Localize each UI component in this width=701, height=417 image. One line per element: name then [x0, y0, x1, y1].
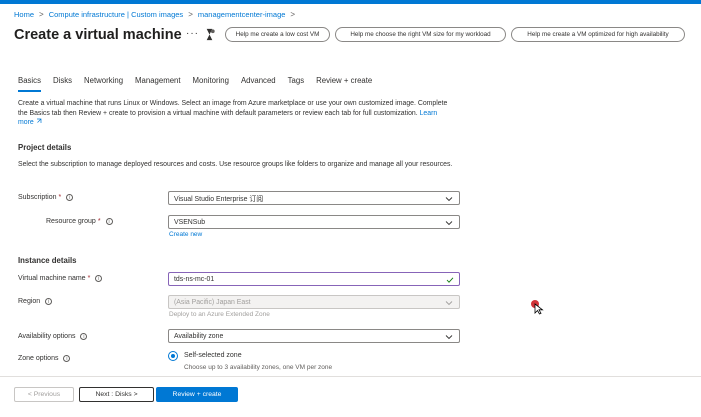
availability-options-select[interactable]: Availability zone [168, 329, 460, 343]
self-selected-zone-radio[interactable] [168, 351, 178, 361]
required-indicator: * [87, 275, 91, 282]
zone-options-label-text: Zone options [18, 355, 59, 362]
tab-management[interactable]: Management [135, 76, 181, 92]
tab-review-create[interactable]: Review + create [316, 76, 372, 92]
tab-basics[interactable]: Basics [18, 76, 41, 92]
resource-group-label-text: Resource group [46, 218, 96, 225]
resource-group-value: VSENSub [174, 218, 206, 226]
next-disks-button[interactable]: Next : Disks > [79, 387, 154, 402]
availability-options-label-text: Availability options [18, 333, 76, 340]
info-icon[interactable]: i [80, 333, 88, 340]
vm-name-label-text: Virtual machine name [18, 275, 86, 282]
zone-options-label: Zone options i [18, 355, 71, 362]
resource-group-label: Resource group * i [46, 218, 113, 225]
mouse-cursor-icon [534, 303, 544, 315]
breadcrumb: Home > Compute infrastructure | Custom i… [14, 10, 300, 19]
required-indicator: * [97, 218, 101, 225]
self-selected-zone-label[interactable]: Self-selected zone [184, 352, 242, 359]
availability-options-value: Availability zone [174, 332, 224, 340]
region-label-text: Region [18, 298, 41, 305]
tab-advanced[interactable]: Advanced [241, 76, 276, 92]
info-icon[interactable]: i [63, 355, 71, 362]
info-icon[interactable]: i [105, 218, 113, 225]
copilot-prompt-low-cost[interactable]: Help me create a low cost VM [225, 27, 330, 42]
extended-zone-note: Deploy to an Azure Extended Zone [169, 311, 270, 318]
project-details-description: Select the subscription to manage deploy… [18, 161, 453, 168]
tab-disks[interactable]: Disks [53, 76, 72, 92]
subscription-label: Subscription * i [18, 194, 74, 201]
region-label: Region i [18, 298, 53, 305]
review-create-button[interactable]: Review + create [156, 387, 238, 402]
tab-tags[interactable]: Tags [288, 76, 304, 92]
chevron-down-icon [445, 301, 453, 306]
previous-button[interactable]: < Previous [14, 387, 74, 402]
copilot-prompt-vm-size[interactable]: Help me choose the right VM size for my … [335, 27, 506, 42]
external-link-icon [36, 118, 41, 123]
page-title: Create a virtual machine [14, 27, 182, 43]
region-select: (Asia Pacific) Japan East [168, 295, 460, 309]
info-icon[interactable]: i [95, 275, 103, 282]
intro-text: Create a virtual machine that runs Linux… [18, 99, 448, 128]
tab-networking[interactable]: Networking [84, 76, 123, 92]
create-new-resource-group-link[interactable]: Create new [169, 231, 202, 238]
availability-options-label: Availability options i [18, 333, 88, 340]
tab-bar: Basics Disks Networking Management Monit… [18, 76, 384, 92]
region-value: (Asia Pacific) Japan East [174, 298, 251, 306]
project-details-heading: Project details [18, 143, 72, 152]
subscription-label-text: Subscription [18, 194, 57, 201]
chevron-down-icon [445, 221, 453, 226]
breadcrumb-custom-images[interactable]: Compute infrastructure | Custom images [49, 10, 184, 19]
breadcrumb-home[interactable]: Home [14, 10, 34, 19]
resource-group-select[interactable]: VSENSub [168, 215, 460, 229]
self-selected-zone-description: Choose up to 3 availability zones, one V… [184, 364, 333, 371]
copilot-icon[interactable] [202, 27, 217, 42]
required-indicator: * [58, 194, 62, 201]
breadcrumb-separator: > [188, 10, 193, 19]
info-icon[interactable]: i [45, 298, 53, 305]
chevron-down-icon [445, 197, 453, 202]
instance-details-heading: Instance details [18, 256, 77, 265]
breadcrumb-image[interactable]: managementcenter-image [198, 10, 286, 19]
intro-body: Create a virtual machine that runs Linux… [18, 100, 448, 117]
breadcrumb-separator: > [290, 10, 296, 19]
tab-monitoring[interactable]: Monitoring [193, 76, 229, 92]
subscription-value: Visual Studio Enterprise 订阅 [174, 196, 264, 203]
subscription-select[interactable]: Visual Studio Enterprise 订阅 [168, 191, 460, 205]
portal-top-bar [0, 0, 701, 4]
vm-name-value: tds-ns-mc-01 [174, 275, 215, 283]
vm-name-label: Virtual machine name * i [18, 275, 103, 282]
footer-divider [0, 376, 701, 377]
more-options-button[interactable]: ··· [186, 28, 199, 39]
chevron-down-icon [445, 335, 453, 340]
copilot-prompt-high-availability[interactable]: Help me create a VM optimized for high a… [511, 27, 685, 42]
breadcrumb-separator: > [39, 10, 44, 19]
checkmark-icon [446, 277, 454, 283]
info-icon[interactable]: i [66, 194, 74, 201]
vm-name-input[interactable]: tds-ns-mc-01 [168, 272, 460, 286]
